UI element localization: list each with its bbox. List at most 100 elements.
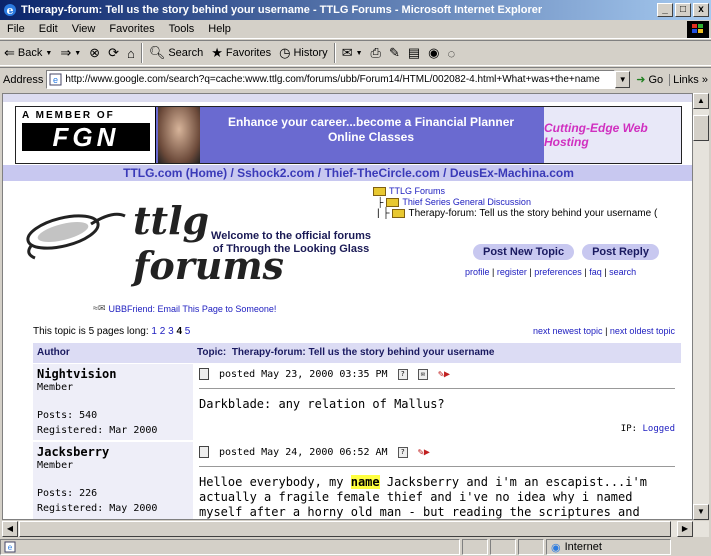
history-icon: ◷ [279, 45, 291, 60]
edit-button[interactable]: ✎ [385, 45, 404, 61]
address-input[interactable]: e http://www.google.com/search?q=cache:w… [46, 70, 616, 89]
stop-button[interactable]: ⊗ [85, 45, 104, 61]
vertical-scrollbar[interactable]: ▲ ▼ [693, 93, 709, 520]
banner-photo [158, 107, 200, 163]
profile-icon[interactable]: ? [397, 368, 408, 380]
profile-link[interactable]: profile [465, 267, 490, 277]
page-link[interactable]: 1 [151, 326, 157, 337]
scroll-right-button[interactable]: ▶ [677, 521, 693, 537]
status-panel [462, 539, 488, 555]
edit-quote-icon[interactable]: ✎▶ [438, 369, 450, 380]
post-content-cell: posted May 23, 2000 03:35 PM ? ✉ ✎▶ Dark… [195, 364, 681, 440]
scroll-up-button[interactable]: ▲ [693, 93, 709, 109]
print-icon: ⎙ [370, 45, 381, 60]
edit-quote-icon[interactable]: ✎▶ [418, 447, 430, 458]
print-button[interactable]: ⎙ [367, 45, 385, 61]
window-title: Therapy-forum: Tell us the story behind … [21, 4, 543, 16]
toolbar-separator [333, 43, 336, 63]
close-button[interactable]: x [693, 3, 709, 17]
go-arrow-icon: ➜ [636, 74, 646, 86]
status-bar: e ◉ Internet [0, 538, 711, 556]
refresh-button[interactable]: ⟳ [104, 45, 123, 61]
page-link[interactable]: 2 [160, 326, 166, 337]
pagination: This topic is 5 pages long: 1 2 3 4 5 [33, 326, 191, 337]
welcome-text: Welcome to the official forums of Throug… [211, 230, 371, 255]
banner-career-text: Enhance your career...become a Financial… [227, 115, 515, 144]
messenger-button[interactable]: ◉ [424, 45, 443, 61]
chat-button[interactable]: ◌ [443, 46, 459, 61]
ubbfriend-link[interactable]: ≈✉ UBBFriend: Email This Page to Someone… [93, 303, 276, 314]
stop-icon: ⊗ [89, 45, 101, 60]
table-header: Author Topic: Therapy-forum: Tell us the… [33, 343, 681, 363]
ttlg-logo[interactable]: ttlg forums Welcome to the official foru… [21, 190, 371, 288]
back-button[interactable]: ⇐ Back ▼ [0, 45, 56, 61]
post-header: posted May 24, 2000 06:52 AM ? ✎▶ [199, 446, 430, 458]
horizontal-scroll-thumb[interactable] [19, 521, 671, 537]
next-oldest-link[interactable]: next oldest topic [610, 326, 675, 336]
discuss-button[interactable]: ▤ [404, 45, 424, 61]
svg-text:e: e [7, 4, 14, 17]
email-envelope-icon: ≈✉ [93, 303, 106, 313]
security-zone: ◉ Internet [546, 539, 671, 555]
profile-icon[interactable]: ? [397, 446, 408, 458]
windows-logo-icon [687, 20, 709, 38]
email-icon[interactable]: ✉ [417, 368, 429, 380]
post-reply-button[interactable]: Post Reply [582, 244, 659, 260]
banner-hosting-text: Cutting-Edge Web Hosting [544, 107, 681, 163]
breadcrumb-forums[interactable]: TTLG Forums [373, 186, 657, 197]
menu-edit[interactable]: Edit [32, 23, 65, 35]
home-button[interactable]: ⌂ [123, 46, 139, 61]
banner-ad[interactable]: A MEMBER OF FGN Enhance your career...be… [15, 106, 682, 164]
post-new-topic-button[interactable]: Post New Topic [473, 244, 575, 260]
favorites-icon: ★ [211, 45, 223, 60]
address-url: http://www.google.com/search?q=cache:www… [65, 74, 600, 85]
horizontal-scrollbar[interactable]: ◀ ▶ [2, 520, 709, 537]
looking-glass-logo-icon [26, 212, 126, 260]
site-links[interactable]: TTLG.com (Home) / Sshock2.com / Thief-Th… [3, 165, 692, 181]
faq-link[interactable]: faq [589, 267, 602, 277]
search-link[interactable]: search [609, 267, 636, 277]
page-link[interactable]: 5 [185, 326, 191, 337]
scroll-down-button[interactable]: ▼ [693, 504, 709, 520]
address-dropdown[interactable]: ▼ [615, 71, 631, 88]
mail-button[interactable]: ✉ ▼ [338, 45, 367, 61]
maximize-button[interactable]: □ [675, 3, 691, 17]
favorites-button[interactable]: ★ Favorites [207, 45, 275, 61]
breadcrumb-thief[interactable]: ├ Thief Series General Discussion [373, 197, 657, 208]
menu-bar: File Edit View Favorites Tools Help [0, 20, 711, 39]
post-content-cell: posted May 24, 2000 06:52 AM ? ✎▶ Helloe… [195, 442, 681, 519]
ie-icon: e [4, 4, 16, 17]
post-document-icon [199, 368, 209, 380]
messenger-icon: ◉ [428, 45, 440, 60]
links-button[interactable]: Links » [669, 73, 711, 86]
browser-window: e Therapy-forum: Tell us the story behin… [0, 0, 711, 556]
page-link[interactable]: 3 [168, 326, 174, 337]
menu-help[interactable]: Help [201, 23, 238, 35]
forward-arrow-icon: ⇒ [60, 45, 72, 60]
author-name: Nightvision [37, 367, 117, 381]
post-document-icon [199, 446, 209, 458]
next-newest-link[interactable]: next newest topic [533, 326, 603, 336]
post-author-cell: Jacksberry Member Posts: 226 Registered:… [33, 442, 193, 519]
post-author-cell: Nightvision Member Posts: 540 Registered… [33, 364, 193, 440]
folder-open-icon [392, 209, 406, 218]
post-header: posted May 23, 2000 03:35 PM ? ✉ ✎▶ [199, 368, 450, 380]
vertical-scroll-thumb[interactable] [693, 115, 709, 141]
search-button[interactable]: 🔍︎ Search [145, 45, 207, 61]
preferences-link[interactable]: preferences [534, 267, 582, 277]
menu-file[interactable]: File [0, 23, 32, 35]
menu-tools[interactable]: Tools [162, 23, 202, 35]
search-icon: 🔍︎ [148, 45, 166, 60]
forward-button[interactable]: ⇒ ▼ [56, 45, 85, 61]
menu-favorites[interactable]: Favorites [102, 23, 161, 35]
post-text: Helloe everybody, my name Jacksberry and… [199, 475, 647, 519]
register-link[interactable]: register [497, 267, 527, 277]
go-button[interactable]: ➜ Go [630, 73, 669, 87]
minimize-button[interactable]: _ [657, 3, 673, 17]
breadcrumb-topic: | ├ Therapy-forum: Tell us the story behi… [377, 208, 658, 219]
status-panel [490, 539, 516, 555]
menu-view[interactable]: View [65, 23, 103, 35]
scroll-left-button[interactable]: ◀ [2, 521, 18, 537]
history-button[interactable]: ◷ History [275, 45, 332, 61]
status-text: e [0, 539, 460, 555]
